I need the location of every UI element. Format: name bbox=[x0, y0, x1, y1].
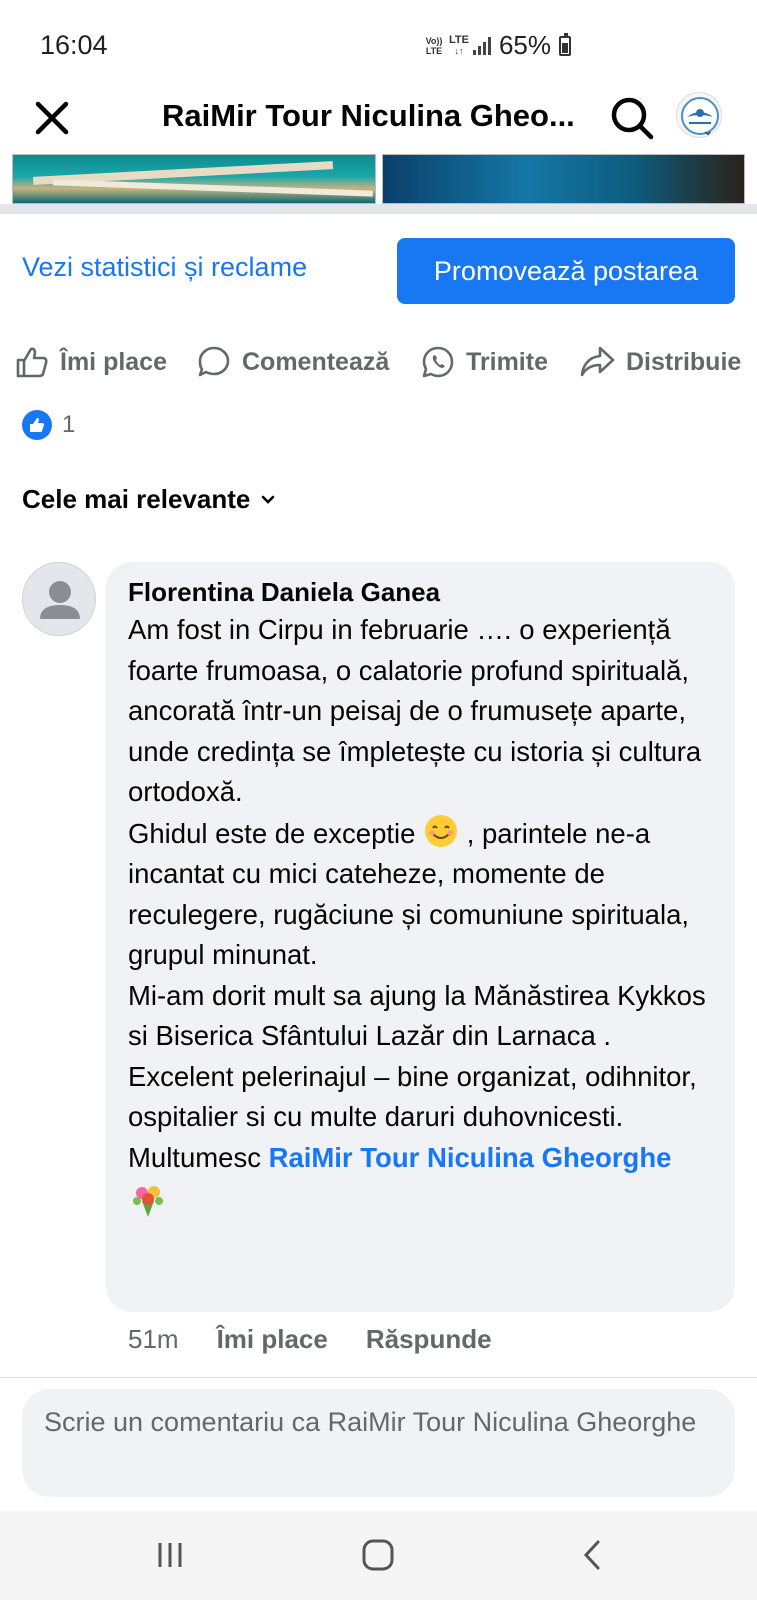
share-label: Distribuie bbox=[626, 347, 742, 376]
sort-label: Cele mai relevante bbox=[22, 484, 251, 514]
send-button[interactable]: Trimite bbox=[420, 344, 548, 380]
like-reaction-icon bbox=[22, 410, 52, 440]
signal-icon bbox=[472, 36, 491, 55]
comment-text: Am fost in Cirpu in februarie …. o exper… bbox=[128, 610, 715, 1219]
search-button[interactable] bbox=[608, 94, 656, 142]
system-nav-bar bbox=[0, 1511, 757, 1600]
comment-icon bbox=[198, 346, 230, 377]
comment-paragraph: Ghidul este de exceptie , parintele ne-a… bbox=[128, 813, 715, 976]
recent-apps-icon bbox=[158, 1543, 182, 1567]
recent-apps-button[interactable] bbox=[148, 1533, 192, 1577]
send-label: Trimite bbox=[466, 347, 548, 376]
comment-like-button[interactable]: Îmi place bbox=[217, 1324, 328, 1355]
thumbs-up-icon bbox=[16, 347, 48, 378]
profile-avatar[interactable] bbox=[676, 92, 722, 138]
battery-icon bbox=[559, 32, 571, 56]
back-button[interactable] bbox=[570, 1533, 614, 1577]
comment-sort-dropdown[interactable]: Cele mai relevante bbox=[22, 484, 276, 515]
volte-icon: Vo)) LTE bbox=[425, 35, 443, 56]
promote-button[interactable]: Promovează postarea bbox=[397, 238, 735, 304]
comment-paragraph: Am fost in Cirpu in februarie …. o exper… bbox=[128, 614, 702, 807]
page-logo-icon bbox=[681, 97, 719, 135]
smiling-face-emoji-icon bbox=[425, 814, 458, 847]
share-icon bbox=[580, 346, 615, 377]
comment-bubble: Florentina Daniela Ganea Am fost in Cirp… bbox=[106, 562, 735, 1312]
network-icons: Vo)) LTE LTE ↓↑ bbox=[423, 33, 491, 57]
battery-percent: 65% bbox=[498, 30, 551, 60]
status-bar: 16:04 Vo)) LTE LTE ↓↑ 65% bbox=[0, 0, 757, 84]
comment-meta: 51m Îmi place Răspunde bbox=[128, 1324, 492, 1355]
stats-link[interactable]: Vezi statistici și reclame bbox=[22, 252, 307, 283]
chevron-down-icon bbox=[262, 495, 275, 504]
chevron-down-icon: ⌄ bbox=[702, 122, 714, 138]
header: RaiMir Tour Niculina Gheo... ⌄ bbox=[0, 84, 757, 154]
search-icon bbox=[611, 97, 654, 140]
like-label: Îmi place bbox=[60, 347, 167, 376]
like-button[interactable]: Îmi place bbox=[14, 344, 167, 380]
close-button[interactable] bbox=[30, 96, 74, 140]
comment-paragraph: Excelent pelerinajul – bine organizat, o… bbox=[128, 1057, 715, 1219]
status-indicators: Vo)) LTE LTE ↓↑ 65% bbox=[423, 30, 571, 61]
post-image[interactable] bbox=[12, 154, 745, 204]
comment-button[interactable]: Comentează bbox=[196, 344, 389, 380]
divider bbox=[0, 1377, 757, 1378]
status-time: 16:04 bbox=[40, 30, 108, 60]
commenter-avatar[interactable] bbox=[22, 562, 96, 636]
tagged-page-link[interactable]: RaiMir Tour Niculina Gheorghe bbox=[269, 1142, 672, 1173]
comment-time[interactable]: 51m bbox=[128, 1324, 179, 1355]
comment-input[interactable]: Scrie un comentariu ca RaiMir Tour Nicul… bbox=[22, 1389, 735, 1497]
bouquet-emoji-icon bbox=[133, 1185, 163, 1217]
home-icon bbox=[362, 1539, 394, 1571]
divider bbox=[0, 204, 757, 214]
comment-author[interactable]: Florentina Daniela Ganea bbox=[128, 576, 715, 608]
like-count: 1 bbox=[62, 411, 76, 438]
comment-label: Comentează bbox=[242, 347, 390, 376]
post-actions-row: Îmi place Comentează Trimite Distribuie bbox=[0, 338, 757, 386]
post-photo-harbor[interactable] bbox=[12, 154, 376, 204]
user-avatar-icon bbox=[40, 581, 80, 619]
comment-paragraph: Mi-am dorit mult sa ajung la Mănăstirea … bbox=[128, 979, 706, 1052]
share-button[interactable]: Distribuie bbox=[578, 344, 741, 380]
close-icon bbox=[35, 101, 69, 135]
page-title: RaiMir Tour Niculina Gheo... bbox=[162, 98, 575, 133]
back-icon bbox=[583, 1540, 600, 1570]
reactions-summary[interactable]: 1 bbox=[22, 410, 75, 440]
comment-reply-button[interactable]: Răspunde bbox=[366, 1324, 492, 1355]
post-photo-sea[interactable] bbox=[381, 154, 745, 204]
lte-icon: LTE ↓↑ bbox=[448, 33, 469, 56]
home-button[interactable] bbox=[356, 1533, 400, 1577]
whatsapp-icon bbox=[422, 346, 454, 378]
